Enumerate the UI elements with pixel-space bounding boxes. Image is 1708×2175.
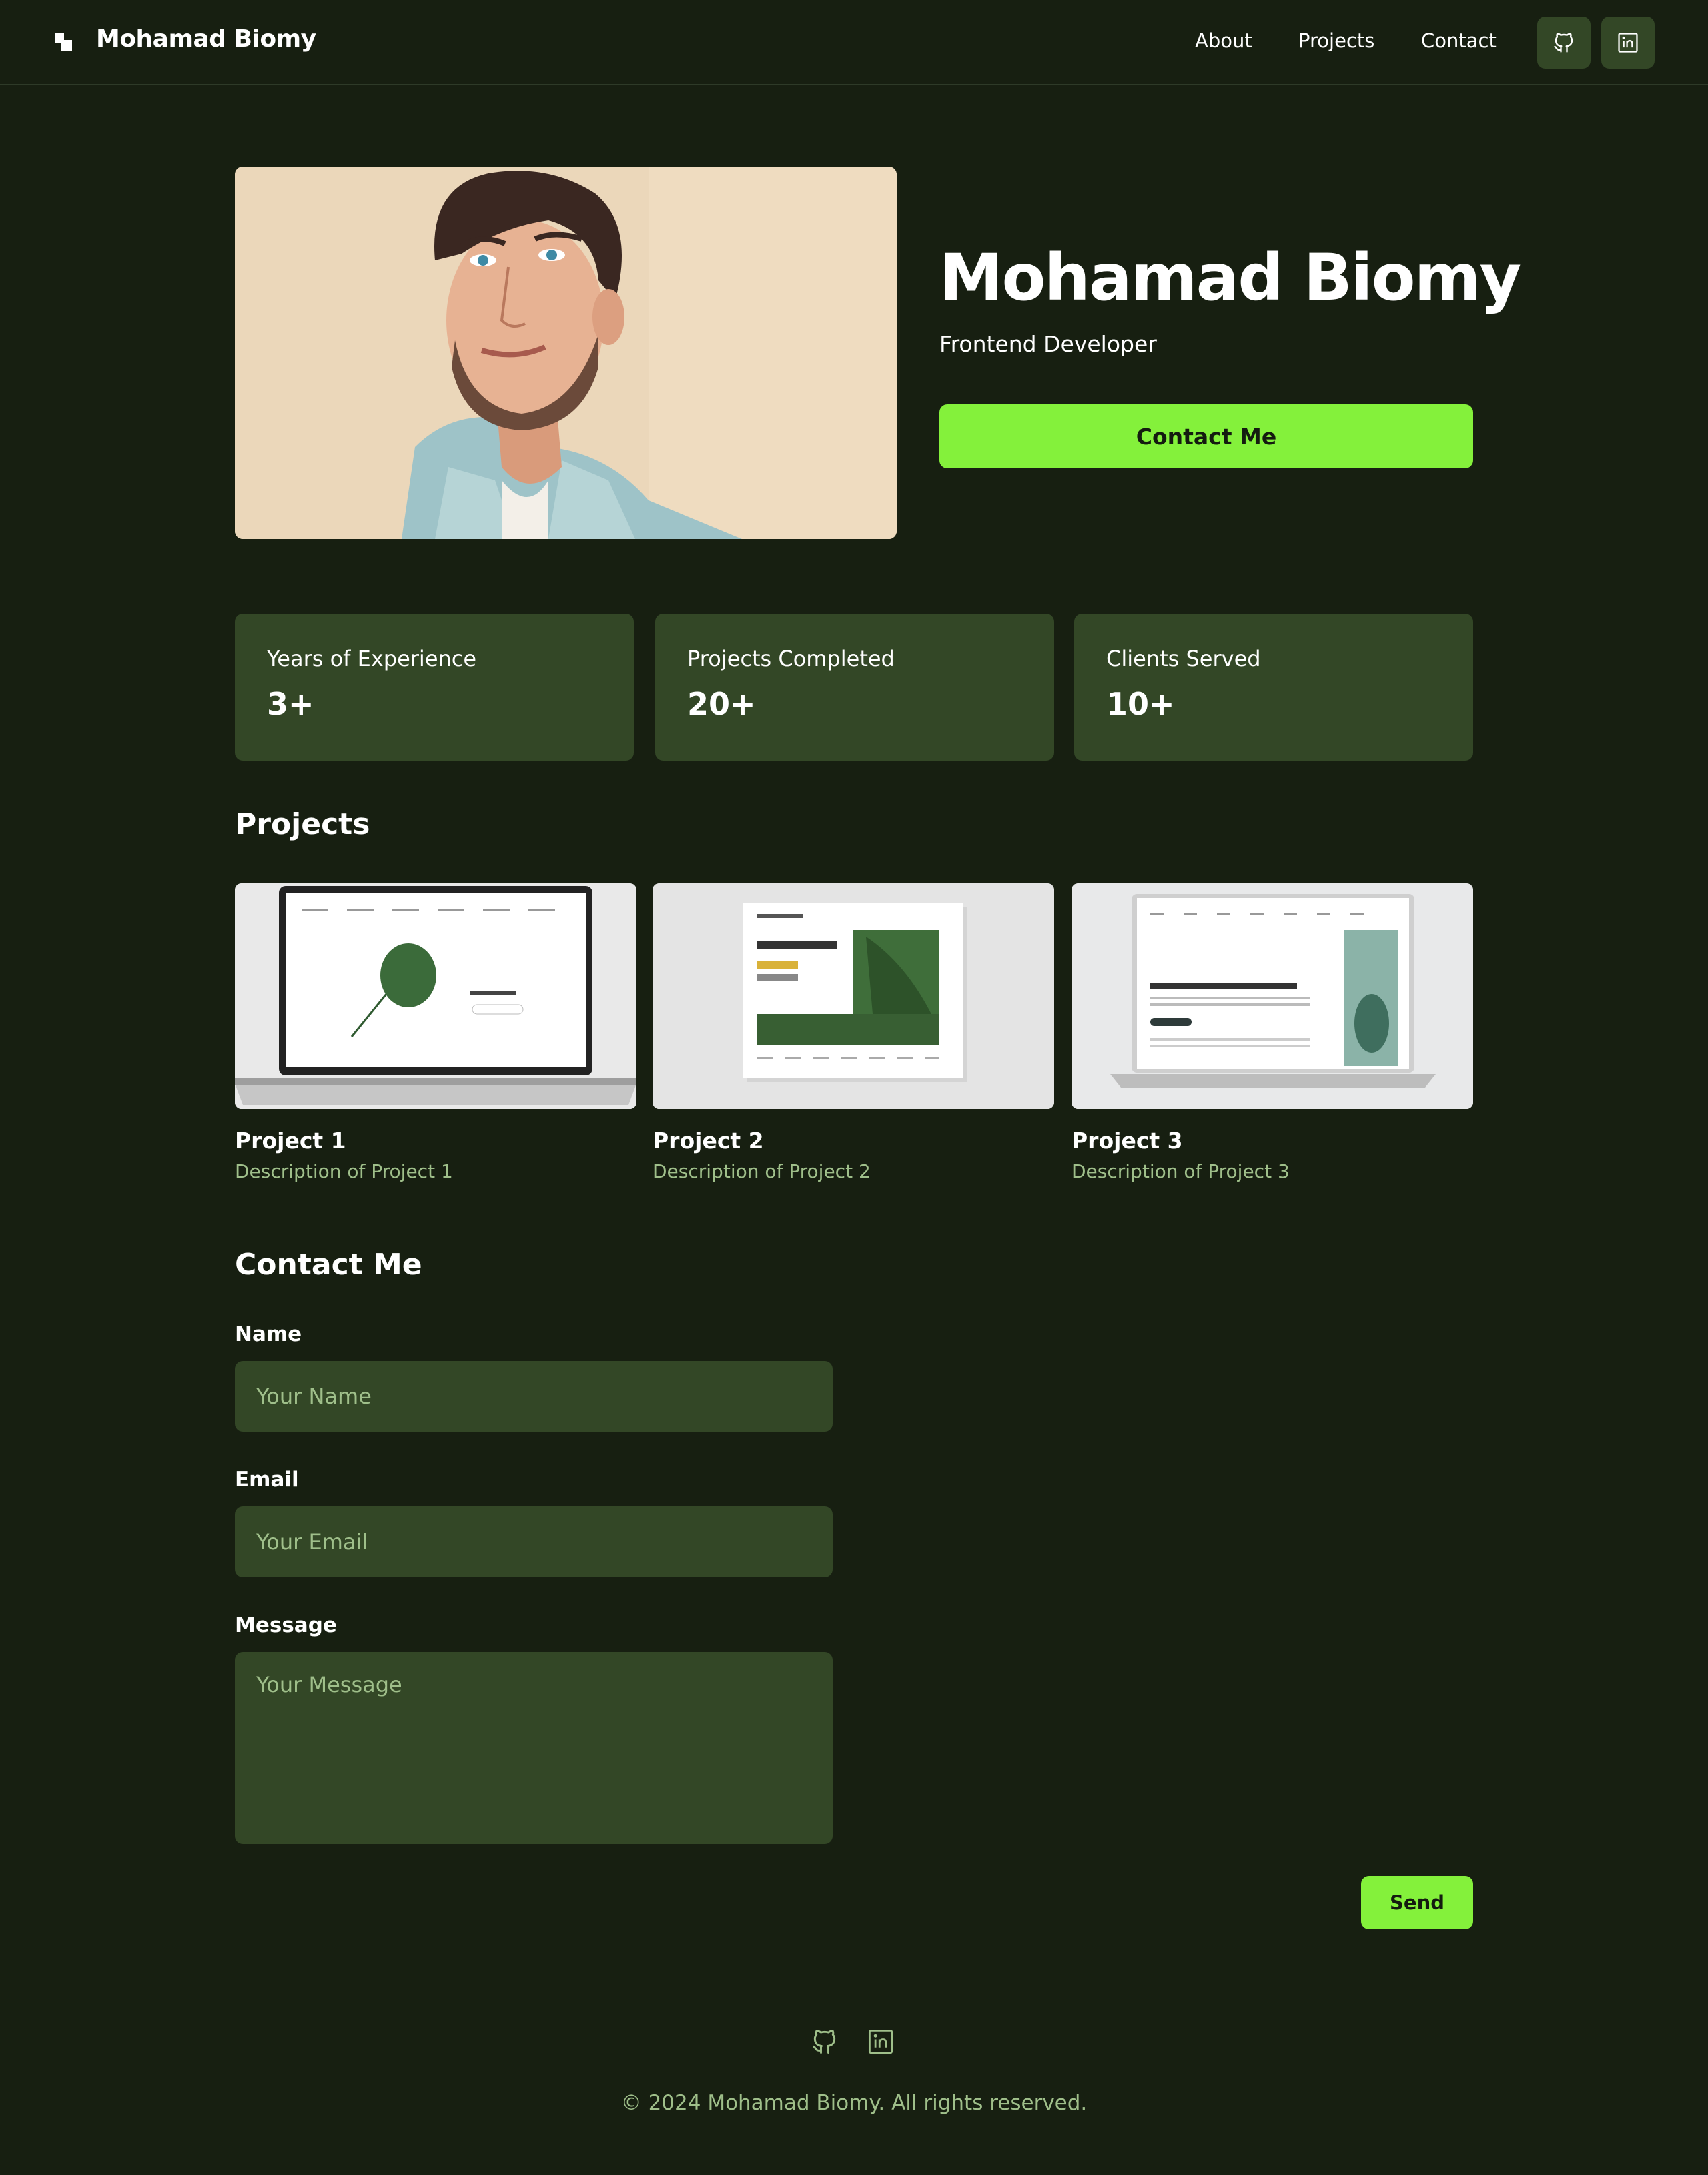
nav-projects[interactable]: Projects: [1298, 29, 1374, 52]
message-textarea[interactable]: [235, 1652, 833, 1844]
hero-name: Mohamad Biomy: [939, 240, 1521, 315]
linkedin-icon: [1618, 33, 1638, 53]
contact-heading: Contact Me: [235, 1248, 422, 1282]
footer-linkedin-link[interactable]: [865, 2026, 897, 2058]
project-thumbnail[interactable]: [653, 883, 1054, 1109]
project-thumbnail[interactable]: [1072, 883, 1473, 1109]
stat-value: 3+: [267, 686, 314, 722]
github-icon: [813, 2030, 836, 2054]
project-card-1[interactable]: Project 1 Description of Project 1: [235, 883, 636, 1182]
stat-card-projects: Projects Completed 20+: [655, 614, 1054, 761]
project-title[interactable]: Project 3: [1072, 1128, 1473, 1154]
nav-contact[interactable]: Contact: [1421, 29, 1497, 52]
project-title[interactable]: Project 1: [235, 1128, 636, 1154]
copyright-text: © 2024 Mohamad Biomy. All rights reserve…: [620, 2091, 1088, 2115]
stat-label: Clients Served: [1106, 646, 1261, 671]
contact-me-button[interactable]: Contact Me: [939, 404, 1473, 468]
logo-icon[interactable]: [55, 33, 73, 52]
project-description: Description of Project 1: [235, 1160, 453, 1182]
email-input[interactable]: [235, 1506, 833, 1577]
project-description: Description of Project 2: [653, 1160, 871, 1182]
stat-card-experience: Years of Experience 3+: [235, 614, 634, 761]
stat-label: Years of Experience: [267, 646, 477, 671]
name-label: Name: [235, 1322, 302, 1346]
stat-value: 10+: [1106, 686, 1175, 722]
github-button[interactable]: [1537, 17, 1591, 69]
linkedin-icon: [868, 2029, 893, 2054]
project-card-3[interactable]: Project 3 Description of Project 3: [1072, 883, 1473, 1182]
project-description: Description of Project 3: [1072, 1160, 1290, 1182]
email-label: Email: [235, 1468, 299, 1492]
profile-portrait: [235, 167, 897, 539]
linkedin-button[interactable]: [1601, 17, 1655, 69]
brand-name[interactable]: Mohamad Biomy: [96, 25, 316, 53]
project-title[interactable]: Project 2: [653, 1128, 1054, 1154]
stat-value: 20+: [687, 686, 756, 722]
stat-card-clients: Clients Served 10+: [1074, 614, 1473, 761]
message-label: Message: [235, 1613, 337, 1637]
hero-role: Frontend Developer: [939, 331, 1157, 357]
stat-label: Projects Completed: [687, 646, 895, 671]
github-icon: [1554, 33, 1573, 53]
site-header: Mohamad Biomy About Projects Contact: [0, 0, 1708, 85]
nav-about[interactable]: About: [1195, 29, 1252, 52]
projects-heading: Projects: [235, 807, 370, 841]
name-input[interactable]: [235, 1361, 833, 1432]
send-button[interactable]: Send: [1361, 1876, 1473, 1929]
project-card-2[interactable]: Project 2 Description of Project 2: [653, 883, 1054, 1182]
footer-github-link[interactable]: [809, 2026, 841, 2058]
project-thumbnail[interactable]: [235, 883, 636, 1109]
